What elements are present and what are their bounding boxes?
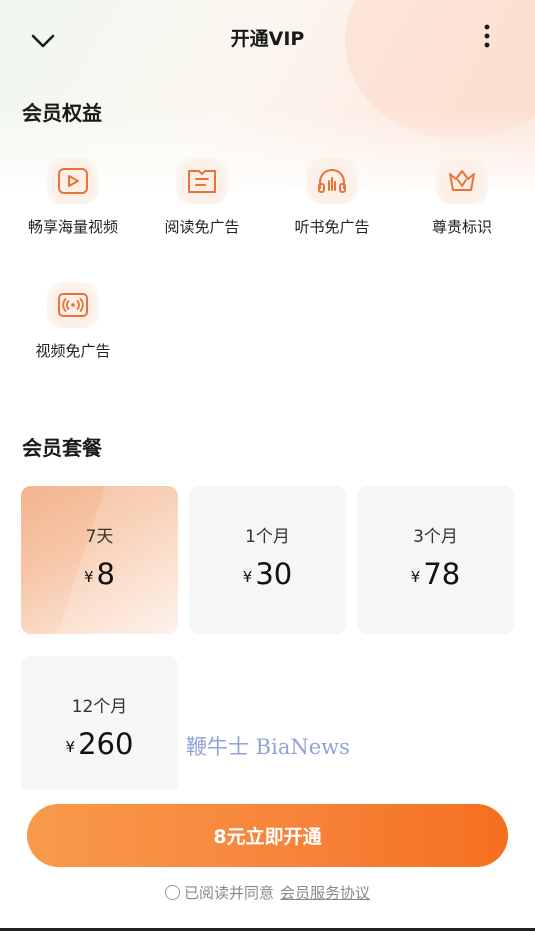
benefits-section-title: 会员权益 (22, 101, 102, 125)
agreement-row: 已阅读并同意 会员服务协议 (0, 882, 535, 903)
more-vertical-icon (484, 24, 490, 48)
plan-price: ¥78 (357, 557, 514, 591)
plan-name: 7天 (85, 527, 114, 547)
plan-price-amount: 8 (96, 557, 115, 591)
benefit-label: 阅读免广告 (164, 218, 240, 236)
plan-card-7-days[interactable]: 7天 ¥8 (21, 486, 178, 634)
currency-symbol: ¥ (65, 738, 76, 756)
plan-price: ¥8 (21, 557, 178, 591)
plan-card-3-months[interactable]: 3个月 ¥78 (357, 486, 514, 634)
book-icon (176, 158, 228, 204)
plan-name: 12个月 (71, 697, 128, 717)
benefit-label: 畅享海量视频 (27, 218, 118, 236)
page-title: 开通VIP (230, 28, 305, 50)
watermark: 鞭牛士 BiaNews (186, 735, 350, 759)
broadcast-icon (47, 282, 99, 328)
currency-symbol: ¥ (410, 568, 421, 586)
plan-price: ¥260 (21, 727, 178, 761)
plan-price-amount: 30 (255, 557, 293, 591)
benefit-item-video[interactable]: 畅享海量视频 (13, 158, 133, 237)
plan-name: 3个月 (413, 527, 458, 547)
agreement-text: 已阅读并同意 (183, 884, 274, 902)
plan-name: 1个月 (245, 527, 290, 547)
more-button[interactable] (476, 22, 498, 52)
currency-symbol: ¥ (242, 568, 253, 586)
benefit-label: 听书免广告 (294, 218, 370, 236)
plan-price-amount: 78 (423, 557, 461, 591)
plan-card-12-months[interactable]: 12个月 ¥260 (21, 656, 178, 804)
benefit-label: 尊贵标识 (431, 218, 492, 236)
plan-price: ¥30 (189, 557, 346, 591)
benefit-item-badge[interactable]: 尊贵标识 (402, 158, 522, 237)
plan-price-amount: 260 (78, 727, 134, 761)
crown-badge-icon (436, 158, 488, 204)
currency-symbol: ¥ (84, 568, 94, 586)
header: 开通VIP (0, 0, 535, 78)
headphones-icon (306, 158, 358, 204)
benefit-item-reading[interactable]: 阅读免广告 (142, 158, 262, 237)
subscribe-button[interactable]: 8元立即开通 (27, 804, 508, 867)
agreement-checkbox[interactable] (164, 885, 180, 900)
benefit-item-video-noads[interactable]: 视频免广告 (13, 282, 133, 361)
plans-section-title: 会员套餐 (22, 436, 102, 460)
video-play-icon (47, 158, 99, 204)
service-agreement-link[interactable]: 会员服务协议 (280, 882, 370, 903)
benefit-label: 视频免广告 (35, 342, 111, 360)
plan-card-1-month[interactable]: 1个月 ¥30 (189, 486, 346, 634)
benefit-item-audiobook[interactable]: 听书免广告 (272, 158, 392, 237)
